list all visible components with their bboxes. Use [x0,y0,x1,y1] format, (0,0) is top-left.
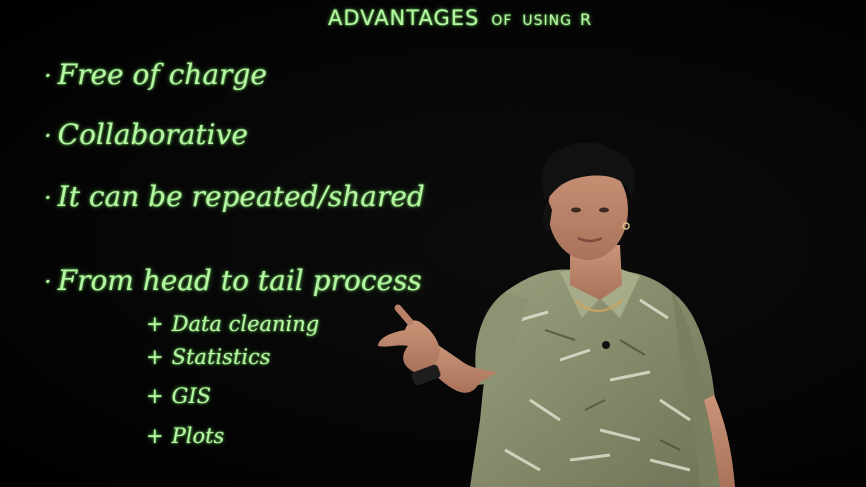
presenter [378,142,735,487]
hand [378,320,440,373]
lightboard-scene: ADVANTAGES OF USING R · Free of charge · Coll… [0,0,866,487]
